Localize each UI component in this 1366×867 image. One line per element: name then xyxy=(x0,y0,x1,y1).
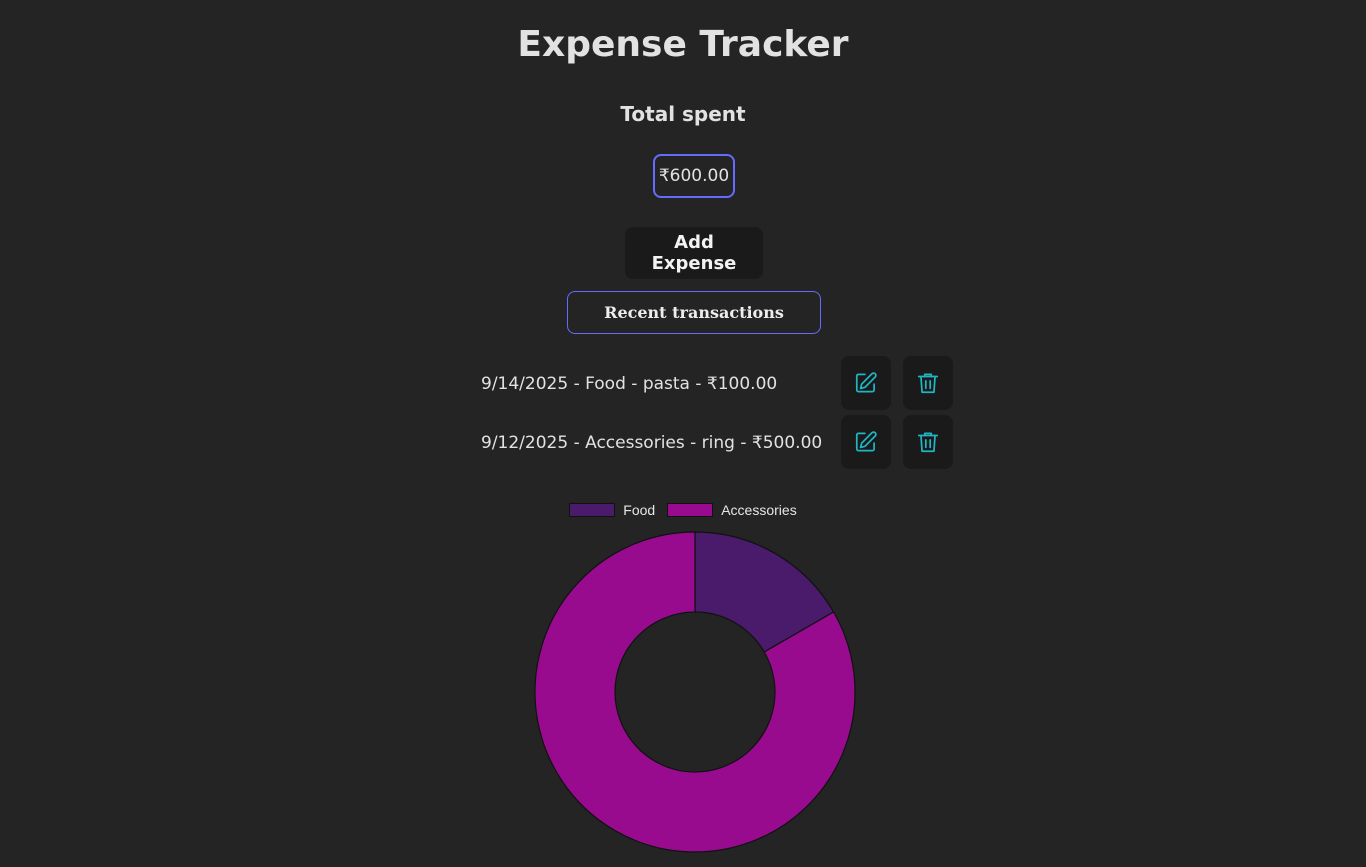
total-spent-value: ₹600.00 xyxy=(653,154,735,198)
transaction-row: 9/12/2025 - Accessories - ring - ₹500.00 xyxy=(481,416,822,470)
legend-label-accessories: Accessories xyxy=(721,502,797,518)
edit-icon xyxy=(855,372,877,393)
edit-transaction-button[interactable] xyxy=(841,356,891,410)
edit-icon xyxy=(855,431,877,452)
chart-legend: Food Accessories xyxy=(0,502,1366,518)
recent-transactions-button[interactable]: Recent transactions xyxy=(567,291,821,334)
legend-label-food: Food xyxy=(623,502,656,518)
app-root: Expense Tracker Total spent ₹600.00 Add … xyxy=(0,0,1366,867)
legend-swatch-food xyxy=(569,503,616,517)
total-spent-label: Total spent xyxy=(620,102,746,126)
legend-swatch-accessories xyxy=(667,503,714,517)
transaction-row: 9/14/2025 - Food - pasta - ₹100.00 xyxy=(481,357,777,411)
trash-icon xyxy=(917,373,939,394)
add-expense-button[interactable]: Add Expense xyxy=(625,227,763,279)
edit-transaction-button[interactable] xyxy=(841,415,891,469)
legend-item-food[interactable]: Food xyxy=(569,502,655,518)
transaction-text: 9/14/2025 - Food - pasta - ₹100.00 xyxy=(481,374,778,394)
transaction-text: 9/12/2025 - Accessories - ring - ₹500.00 xyxy=(481,433,823,453)
delete-transaction-button[interactable] xyxy=(903,415,953,469)
trash-icon xyxy=(917,432,939,453)
expense-donut-chart xyxy=(534,531,856,853)
page-title: Expense Tracker xyxy=(517,24,849,65)
delete-transaction-button[interactable] xyxy=(903,356,953,410)
legend-item-accessories[interactable]: Accessories xyxy=(667,502,797,518)
